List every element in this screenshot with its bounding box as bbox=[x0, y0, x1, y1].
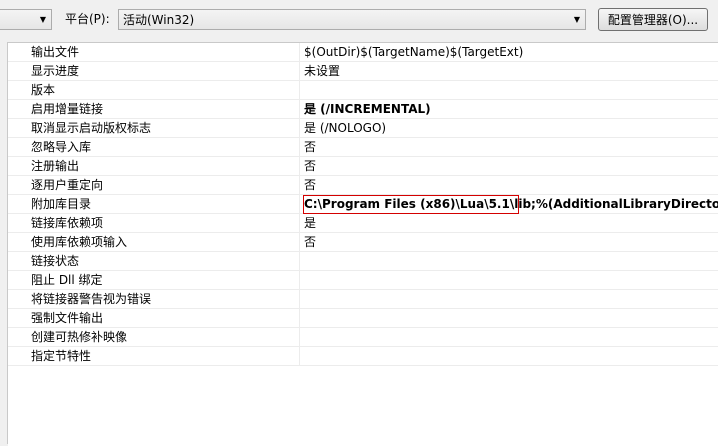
property-name: 使用库依赖项输入 bbox=[8, 233, 300, 252]
property-name: 注册输出 bbox=[8, 157, 300, 176]
property-name: 指定节特性 bbox=[8, 347, 300, 366]
property-value[interactable]: 否 bbox=[300, 176, 718, 195]
property-value[interactable]: 是 (/INCREMENTAL) bbox=[300, 100, 718, 119]
property-name: 链接状态 bbox=[8, 252, 300, 271]
property-name: 链接库依赖项 bbox=[8, 214, 300, 233]
property-value[interactable]: 是 bbox=[300, 214, 718, 233]
property-value[interactable]: 未设置 bbox=[300, 62, 718, 81]
property-row[interactable]: 链接状态 bbox=[8, 252, 718, 271]
property-value[interactable] bbox=[300, 309, 718, 328]
platform-label: 平台(P): bbox=[65, 12, 110, 26]
property-row[interactable]: 将链接器警告视为错误 bbox=[8, 290, 718, 309]
property-name: 忽略导入库 bbox=[8, 138, 300, 157]
toolbar: ▼ 平台(P): 活动(Win32) ▼ 配置管理器(O)... bbox=[0, 0, 718, 38]
property-name: 显示进度 bbox=[8, 62, 300, 81]
property-name: 附加库目录 bbox=[8, 195, 300, 214]
grid-empty-area bbox=[8, 366, 718, 446]
property-value[interactable]: 否 bbox=[300, 233, 718, 252]
property-name: 创建可热修补映像 bbox=[8, 328, 300, 347]
chevron-down-icon: ▼ bbox=[39, 15, 47, 24]
property-row[interactable]: 逐用户重定向 否 bbox=[8, 176, 718, 195]
property-value[interactable] bbox=[300, 328, 718, 347]
configuration-manager-button[interactable]: 配置管理器(O)... bbox=[598, 8, 708, 31]
property-row[interactable]: 指定节特性 bbox=[8, 347, 718, 366]
property-row[interactable]: 版本 bbox=[8, 81, 718, 100]
property-row[interactable]: 链接库依赖项 是 bbox=[8, 214, 718, 233]
property-row[interactable]: 创建可热修补映像 bbox=[8, 328, 718, 347]
property-name: 阻止 Dll 绑定 bbox=[8, 271, 300, 290]
property-row[interactable]: 注册输出 否 bbox=[8, 157, 718, 176]
property-row[interactable]: 强制文件输出 bbox=[8, 309, 718, 328]
property-name: 强制文件输出 bbox=[8, 309, 300, 328]
property-row[interactable]: 取消显示启动版权标志 是 (/NOLOGO) bbox=[8, 119, 718, 138]
property-value[interactable] bbox=[300, 252, 718, 271]
property-grid: 输出文件 $(OutDir)$(TargetName)$(TargetExt) … bbox=[7, 42, 718, 446]
property-row-additional-library-directories[interactable]: 附加库目录 C:\Program Files (x86)\Lua\5.1\lib… bbox=[8, 195, 718, 214]
property-value[interactable]: 否 bbox=[300, 138, 718, 157]
property-value[interactable] bbox=[300, 271, 718, 290]
property-value[interactable] bbox=[300, 347, 718, 366]
platform-dropdown-value: 活动(Win32) bbox=[123, 13, 195, 27]
platform-dropdown[interactable]: 活动(Win32) ▼ bbox=[118, 9, 586, 30]
property-value[interactable]: $(OutDir)$(TargetName)$(TargetExt) bbox=[300, 43, 718, 62]
property-row[interactable]: 显示进度 未设置 bbox=[8, 62, 718, 81]
property-name: 版本 bbox=[8, 81, 300, 100]
property-row[interactable]: 启用增量链接 是 (/INCREMENTAL) bbox=[8, 100, 718, 119]
property-name: 将链接器警告视为错误 bbox=[8, 290, 300, 309]
chevron-down-icon: ▼ bbox=[573, 15, 581, 24]
property-value[interactable]: 否 bbox=[300, 157, 718, 176]
configuration-dropdown[interactable]: ▼ bbox=[0, 9, 52, 30]
property-name: 逐用户重定向 bbox=[8, 176, 300, 195]
property-row[interactable]: 阻止 Dll 绑定 bbox=[8, 271, 718, 290]
property-name: 取消显示启动版权标志 bbox=[8, 119, 300, 138]
property-row[interactable]: 输出文件 $(OutDir)$(TargetName)$(TargetExt) bbox=[8, 43, 718, 62]
property-name: 输出文件 bbox=[8, 43, 300, 62]
property-value[interactable] bbox=[300, 290, 718, 309]
property-name: 启用增量链接 bbox=[8, 100, 300, 119]
property-value[interactable]: C:\Program Files (x86)\Lua\5.1\lib;%(Add… bbox=[300, 195, 718, 214]
property-row[interactable]: 忽略导入库 否 bbox=[8, 138, 718, 157]
property-row[interactable]: 使用库依赖项输入 否 bbox=[8, 233, 718, 252]
property-value[interactable] bbox=[300, 81, 718, 100]
property-value[interactable]: 是 (/NOLOGO) bbox=[300, 119, 718, 138]
